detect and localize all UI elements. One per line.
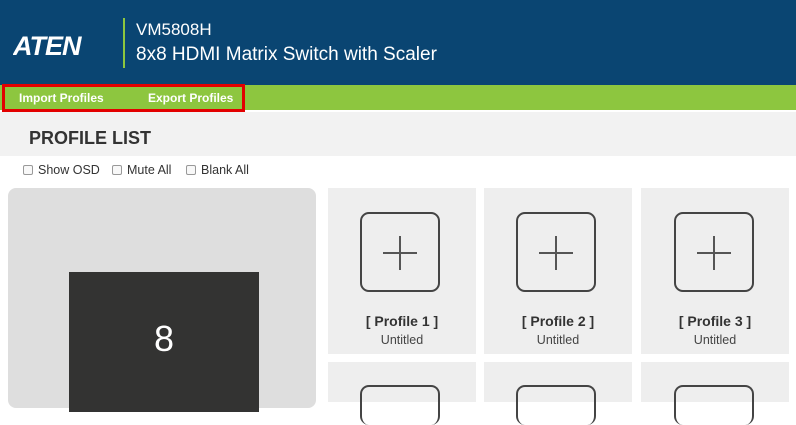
output-screen-number: 8 [153, 318, 175, 359]
add-profile-6-button[interactable] [674, 385, 754, 425]
profile-3-name: [ Profile 3 ] [678, 313, 752, 329]
plus-icon-vertical [399, 236, 401, 270]
plus-icon-vertical [713, 236, 715, 270]
plus-icon-vertical [555, 236, 557, 270]
profile-3-subtitle: Untitled [693, 333, 737, 347]
header-divider [123, 18, 125, 68]
page-title: PROFILE LIST [29, 128, 152, 148]
svg-text:ATEN: ATEN [13, 31, 82, 60]
aten-logo: ATEN [13, 31, 83, 60]
add-profile-1-button[interactable] [360, 212, 440, 292]
mute-all-label: Mute All [127, 163, 172, 177]
profile-1-subtitle: Untitled [380, 333, 424, 347]
add-profile-5-button[interactable] [516, 385, 596, 425]
device-model: VM5808H [136, 20, 212, 39]
profile-1-name: [ Profile 1 ] [365, 313, 439, 329]
blank-all-option[interactable]: Blank All [186, 163, 249, 177]
export-profiles-link[interactable]: Export Profiles [148, 91, 233, 105]
app-header: ATEN [0, 0, 796, 85]
show-osd-option[interactable]: Show OSD [23, 163, 100, 177]
menu-bar [0, 85, 796, 110]
product-name: 8x8 HDMI Matrix Switch with Scaler [136, 44, 437, 65]
mute-all-checkbox[interactable] [112, 165, 122, 175]
add-profile-3-button[interactable] [674, 212, 754, 292]
show-osd-checkbox[interactable] [23, 165, 33, 175]
show-osd-label: Show OSD [38, 163, 100, 177]
import-profiles-link[interactable]: Import Profiles [19, 91, 104, 105]
add-profile-4-button[interactable] [360, 385, 440, 425]
profile-2-name: [ Profile 2 ] [521, 313, 595, 329]
blank-all-checkbox[interactable] [186, 165, 196, 175]
add-profile-2-button[interactable] [516, 212, 596, 292]
mute-all-option[interactable]: Mute All [112, 163, 171, 177]
profile-2-subtitle: Untitled [536, 333, 580, 347]
blank-all-label: Blank All [201, 163, 249, 177]
